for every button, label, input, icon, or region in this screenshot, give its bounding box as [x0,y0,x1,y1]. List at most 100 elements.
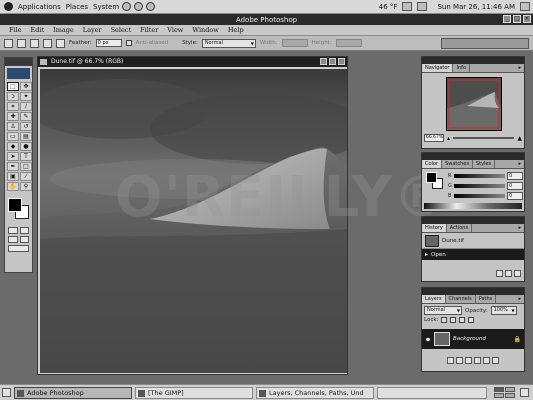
quick-mask-mode-icon[interactable] [19,227,29,234]
layer-row-background[interactable]: Background 🔒 [422,329,524,349]
taskbar-item-gimp[interactable]: [The GIMP] [135,386,253,399]
network-icon[interactable] [402,2,413,11]
taskbar-item-layers-dialog[interactable]: Layers, Channels, Paths, Und [256,386,374,399]
style-select[interactable]: Normal [201,38,256,48]
new-document-from-state-icon[interactable] [496,270,503,277]
color-ramp[interactable] [424,203,522,209]
zoom-input[interactable]: 66.67% [424,134,444,142]
move-tool-icon[interactable]: ✥ [20,82,32,91]
tab-history[interactable]: History [422,224,447,232]
show-desktop-icon[interactable] [2,388,11,397]
type-tool-icon[interactable]: T [20,152,32,161]
opacity-input[interactable]: 100% [490,306,517,315]
new-layer-icon[interactable] [483,357,490,364]
palette-menu-icon[interactable]: ▸ [515,224,524,232]
taskbar-item-photoshop[interactable]: Adobe Photoshop [14,386,132,399]
clone-stamp-tool-icon[interactable]: ♙ [7,122,19,131]
power-icon[interactable] [520,2,530,11]
volume-icon[interactable] [417,2,428,11]
workspace-switcher[interactable] [494,387,515,398]
screen-mode-standard-icon[interactable] [8,236,18,243]
notes-tool-icon[interactable]: ▣ [7,172,19,181]
width-input[interactable] [281,39,308,47]
eraser-tool-icon[interactable]: ▭ [7,132,19,141]
menu-system[interactable]: System [93,3,119,11]
blend-mode-select[interactable]: Normal [424,306,462,315]
canvas[interactable] [40,69,347,373]
palette-menu-icon[interactable]: ▸ [515,295,524,303]
green-slider[interactable] [454,184,505,188]
workspace-2[interactable] [505,387,515,392]
tab-navigator[interactable]: Navigator [422,64,454,72]
path-selection-tool-icon[interactable]: ➤ [7,152,19,161]
crop-tool-icon[interactable]: ⌗ [7,102,19,111]
document-title-bar[interactable]: Dune.tif @ 66.7% (RGB) [38,57,347,67]
screen-mode-full-icon[interactable] [19,236,29,243]
tab-swatches[interactable]: Swatches [442,160,473,168]
doc-minimize-button[interactable] [320,58,327,65]
menu-view[interactable]: View [167,26,183,34]
menu-select[interactable]: Select [111,26,131,34]
new-selection-icon[interactable] [17,38,26,48]
history-brush-tool-icon[interactable]: ↺ [20,122,32,131]
tab-styles[interactable]: Styles [473,160,496,168]
blur-tool-icon[interactable]: ◆ [7,142,19,151]
tab-channels[interactable]: Channels [446,295,476,303]
tab-layers[interactable]: Layers [422,295,446,303]
magic-wand-tool-icon[interactable]: ✦ [20,92,32,101]
jump-to-imageready-icon[interactable] [8,245,29,252]
web-browser-icon[interactable] [122,2,132,11]
new-layer-set-icon[interactable] [465,357,472,364]
feather-input[interactable]: 0 px [95,39,122,47]
adobe-online-icon[interactable] [7,68,30,79]
menu-file[interactable]: File [9,26,22,34]
new-adjustment-layer-icon[interactable] [474,357,481,364]
gradient-tool-icon[interactable]: ▤ [20,132,32,141]
workspace-4[interactable] [505,393,515,398]
lock-transparency-checkbox[interactable] [441,317,448,323]
zoom-out-icon[interactable]: ▴ [447,135,450,142]
toolbox-title-bar[interactable] [5,58,32,66]
menu-places[interactable]: Places [66,3,88,11]
lock-position-checkbox[interactable] [459,317,466,323]
navigator-palette-bar[interactable] [422,57,524,64]
palette-menu-icon[interactable]: ▸ [515,64,524,72]
history-palette-bar[interactable] [422,217,524,224]
workspace-3[interactable] [494,393,504,398]
workspace-1[interactable] [494,387,504,392]
palette-well[interactable] [441,37,529,49]
history-item-open[interactable]: ▸ Open [422,249,524,260]
hand-tool-icon[interactable]: ✋ [7,182,19,191]
tab-paths[interactable]: Paths [476,295,497,303]
menu-applications[interactable]: Applications [18,3,61,11]
menu-window[interactable]: Window [192,26,218,34]
weather-indicator[interactable]: 46 °F [379,3,398,11]
new-snapshot-icon[interactable] [505,270,512,277]
subtract-selection-icon[interactable] [43,38,52,48]
marquee-tool-icon[interactable]: ⬚ [7,82,19,91]
red-slider[interactable] [454,174,505,178]
lasso-tool-icon[interactable]: ↄ [7,92,19,101]
zoom-tool-icon[interactable]: ⚲ [20,182,32,191]
healing-brush-tool-icon[interactable]: ✚ [7,112,19,121]
menu-image[interactable]: Image [53,26,74,34]
zoom-slider[interactable] [453,137,515,139]
navigator-thumbnail[interactable] [446,77,502,131]
lock-pixels-checkbox[interactable] [450,317,457,323]
foreground-color-swatch[interactable] [8,198,22,212]
color-palette-bar[interactable] [422,153,524,160]
menu-filter[interactable]: Filter [140,26,158,34]
minimize-button[interactable]: _ [503,15,511,23]
lock-all-checkbox[interactable] [468,317,475,323]
add-selection-icon[interactable] [30,38,39,48]
eyedropper-tool-icon[interactable]: ⁄ [20,172,32,181]
red-value-input[interactable]: 0 [507,172,523,180]
gnome-foot-icon[interactable] [4,2,13,11]
tab-color[interactable]: Color [422,160,443,168]
tab-actions[interactable]: Actions [447,224,473,232]
dodge-tool-icon[interactable]: ● [20,142,32,151]
menu-layer[interactable]: Layer [83,26,102,34]
help-icon[interactable] [146,2,156,11]
doc-close-button[interactable] [338,58,345,65]
close-button[interactable]: × [523,15,531,23]
